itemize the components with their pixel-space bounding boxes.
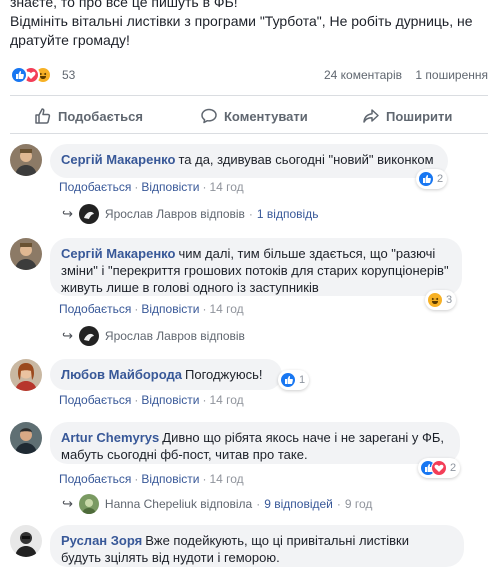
comment-bubble: Сергій Макаренко чим далі, тим більше зда…: [50, 238, 462, 296]
divider: [10, 95, 488, 96]
comment-bubble: Любов Майборода Погоджуюсь!: [50, 359, 282, 390]
comment-reactions[interactable]: 2: [418, 458, 461, 478]
comment-reply-link[interactable]: Відповісти: [141, 180, 199, 194]
share-icon: [363, 109, 379, 123]
comment-text: мабуть сьогодні фб-пост, читав про таке.: [61, 447, 308, 462]
avatar[interactable]: [10, 525, 42, 557]
reaction-count[interactable]: 53: [62, 68, 75, 82]
avatar[interactable]: [10, 359, 42, 391]
comment-like-link[interactable]: Подобається: [59, 180, 131, 194]
reply-arrow-icon: ↪: [62, 206, 73, 221]
avatar[interactable]: [10, 144, 42, 176]
share-count[interactable]: 1 поширення: [415, 68, 488, 82]
share-button[interactable]: Поширити: [362, 100, 452, 132]
reaction-count: 3: [446, 294, 453, 306]
like-reaction-icon: [280, 372, 296, 388]
action-bar: Подобається Коментувати Поширити: [10, 100, 488, 132]
share-button-label: Поширити: [386, 108, 453, 124]
comment-text: живуть лише в голові одного із заступник…: [61, 280, 319, 295]
comment-text: будуть зцілять від нудоти і геморою.: [61, 550, 280, 565]
post-stats: 53 24 коментарів 1 поширення: [10, 65, 488, 85]
comment-actions: Подобається · Відповісти · 14 год: [59, 302, 244, 316]
haha-reaction-icon: [427, 292, 443, 308]
reply-avatar: [78, 326, 99, 346]
post-line: знаєте, то про все це пишуть в ФБ!: [10, 0, 238, 10]
like-reaction-icon: [418, 171, 434, 187]
comment-author[interactable]: Artur Chemyrys: [61, 430, 159, 445]
reply-count: 9 відповідей: [264, 497, 333, 511]
comment-reactions[interactable]: 3: [425, 290, 457, 310]
comment-like-link[interactable]: Подобається: [59, 302, 131, 316]
avatar[interactable]: [10, 238, 42, 270]
comment-actions: Подобається · Відповісти · 14 год: [59, 180, 244, 194]
comment-time[interactable]: 14 год: [209, 302, 243, 316]
comment-icon: [201, 108, 217, 124]
post-line: дратуйте громаду!: [10, 32, 130, 48]
reaction-count: 1: [299, 374, 306, 386]
comment-bubble: Artur Chemyrys Дивно що рібята якось наче…: [50, 422, 460, 464]
replies-link[interactable]: ↪ Ярослав Лавров відповів: [62, 326, 245, 346]
comment-text: зміни" і "перекриття грошових потоків дл…: [61, 263, 449, 278]
thumbs-up-icon: [35, 108, 51, 124]
comment-actions: Подобається · Відповісти · 14 год: [59, 393, 244, 407]
love-reaction-icon: [431, 460, 447, 476]
comment-text: Дивно що рібята якось наче і не зарегані…: [162, 430, 445, 445]
comment-author[interactable]: Любов Майборода: [61, 367, 182, 382]
divider: [10, 133, 488, 134]
comment-text: чим далі, тим більше здається, що "разюч…: [178, 246, 436, 261]
post-line: Відмініть вітальні листівки з програми "…: [10, 13, 473, 29]
like-button-label: Подобається: [58, 108, 143, 124]
comment-like-link[interactable]: Подобається: [59, 393, 131, 407]
comment-reactions[interactable]: 2: [416, 169, 448, 189]
comment-button[interactable]: Коментувати: [200, 100, 308, 132]
comment-time[interactable]: 14 год: [209, 180, 243, 194]
comment-time[interactable]: 14 год: [209, 393, 243, 407]
replies-link[interactable]: ↪ Hanna Chepeliuk відповіла · 9 відповідей…: [62, 494, 372, 514]
replies-link[interactable]: ↪ Ярослав Лавров відповів · 1 відповідь: [62, 204, 318, 224]
comment-reactions[interactable]: 1: [278, 370, 310, 390]
comment-bubble: Руслан Зоря Вже подейкують, що ці привіта…: [50, 525, 464, 567]
comment-text: Погоджуюсь!: [185, 367, 263, 382]
reply-arrow-icon: ↪: [62, 328, 73, 343]
comment-count[interactable]: 24 коментарів: [324, 68, 402, 82]
reply-avatar: [78, 204, 99, 224]
comment-actions: Подобається · Відповісти · 14 год: [59, 472, 244, 486]
comment-bubble: Сергій Макаренко та да, здивував сьогодні…: [50, 144, 448, 178]
comment-reply-link[interactable]: Відповісти: [141, 393, 199, 407]
comment-text: Вже подейкують, що ці привітальні листів…: [145, 533, 410, 548]
comment-author[interactable]: Сергій Макаренко: [61, 152, 175, 167]
reaction-count: 2: [450, 462, 457, 474]
reply-author: Ярослав Лавров відповів: [104, 207, 245, 221]
reply-arrow-icon: ↪: [62, 496, 73, 511]
comment-author[interactable]: Руслан Зоря: [61, 533, 142, 548]
reply-avatar: [78, 494, 99, 514]
comment-button-label: Коментувати: [224, 108, 308, 124]
comment-author[interactable]: Сергій Макаренко: [61, 246, 175, 261]
reply-time: 9 год: [344, 497, 373, 511]
reply-author: Ярослав Лавров відповів: [104, 329, 245, 343]
comment-like-link[interactable]: Подобається: [59, 472, 131, 486]
comment-reply-link[interactable]: Відповісти: [141, 302, 199, 316]
reaction-count: 2: [437, 173, 444, 185]
like-button[interactable]: Подобається: [34, 100, 143, 132]
comment-time[interactable]: 14 год: [209, 472, 243, 486]
comment-text: та да, здивував сьогодні "новий" виконко…: [178, 152, 434, 167]
comment-reply-link[interactable]: Відповісти: [141, 472, 199, 486]
reply-author: Hanna Chepeliuk відповіла: [104, 497, 253, 511]
reply-count: 1 відповідь: [256, 207, 319, 221]
avatar[interactable]: [10, 422, 42, 454]
like-reaction-icon: [10, 66, 28, 84]
